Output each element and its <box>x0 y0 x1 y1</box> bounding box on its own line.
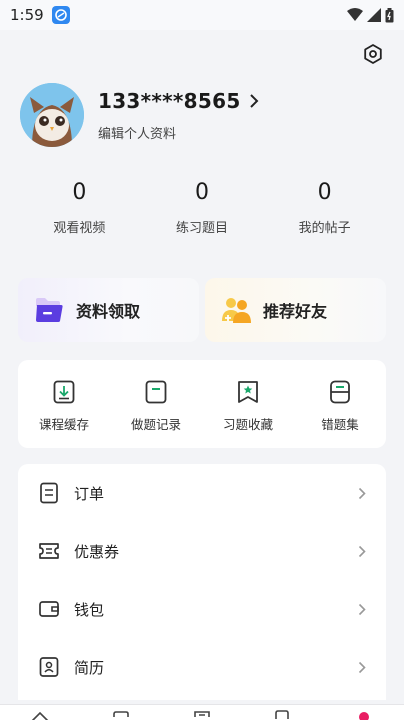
stat-videos-watched[interactable]: 0 观看视频 <box>18 180 141 250</box>
tool-label: 错题集 <box>321 417 359 432</box>
profile-header[interactable]: 133****8565 编辑个人资料 <box>20 80 390 150</box>
stat-value: 0 <box>317 180 332 205</box>
settings-button[interactable] <box>362 43 384 65</box>
bottom-tab-bar <box>0 704 404 720</box>
home-tab-icon[interactable] <box>30 709 50 720</box>
owl-avatar-icon <box>20 83 84 147</box>
menu-label: 简历 <box>74 658 105 677</box>
status-bar: 1:59 <box>0 0 404 30</box>
stat-label: 观看视频 <box>53 221 106 236</box>
stat-my-posts[interactable]: 0 我的帖子 <box>263 180 386 250</box>
menu-label: 优惠券 <box>74 542 120 561</box>
practice-tab-icon[interactable] <box>192 709 212 720</box>
menu-list: 订单 优惠券 钱包 简历 <box>18 464 386 700</box>
tool-label: 做题记录 <box>130 417 181 432</box>
status-icons <box>347 7 394 23</box>
course-cache-button[interactable]: 课程缓存 <box>18 360 110 448</box>
gear-icon <box>364 44 382 64</box>
menu-item-orders[interactable]: 订单 <box>18 464 386 522</box>
stats-row: 0 观看视频 0 练习题目 0 我的帖子 <box>18 180 386 250</box>
tool-label: 习题收藏 <box>222 417 273 432</box>
tools-card: 课程缓存 做题记录 习题收藏 错题集 <box>18 360 386 448</box>
signal-icon <box>367 8 381 22</box>
record-icon <box>145 380 167 404</box>
coupon-icon <box>39 543 59 559</box>
chevron-right-icon[interactable] <box>249 93 259 109</box>
materials-claim-card[interactable]: 资料领取 <box>18 278 199 342</box>
wifi-icon <box>347 8 363 21</box>
wrong-set-icon <box>330 380 350 404</box>
profile-tab-icon[interactable] <box>354 709 374 720</box>
avatar[interactable] <box>20 83 84 147</box>
promo-row: 资料领取 推荐好友 <box>18 278 386 342</box>
battery-icon <box>385 7 394 22</box>
menu-item-wallet[interactable]: 钱包 <box>18 580 386 638</box>
resume-icon <box>39 657 59 677</box>
wallet-icon <box>39 601 59 617</box>
chevron-right-icon <box>358 487 366 499</box>
menu-label: 钱包 <box>74 600 105 619</box>
community-tab-icon[interactable] <box>272 709 292 720</box>
chevron-right-icon <box>358 603 366 615</box>
download-icon <box>53 380 75 404</box>
menu-item-resume[interactable]: 简历 <box>18 638 386 696</box>
practice-record-button[interactable]: 做题记录 <box>110 360 202 448</box>
order-icon <box>40 482 58 504</box>
question-favorites-button[interactable]: 习题收藏 <box>202 360 294 448</box>
phone-number[interactable]: 133****8565 <box>98 89 241 113</box>
menu-label: 订单 <box>74 484 105 503</box>
course-tab-icon[interactable] <box>111 709 131 720</box>
stat-value: 0 <box>72 180 87 205</box>
menu-item-coupons[interactable]: 优惠券 <box>18 522 386 580</box>
bookmark-star-icon <box>238 381 258 403</box>
wrong-questions-button[interactable]: 错题集 <box>294 360 386 448</box>
status-time: 1:59 <box>10 6 44 24</box>
promo-label: 资料领取 <box>76 302 141 321</box>
refer-friends-card[interactable]: 推荐好友 <box>205 278 386 342</box>
edit-profile-link[interactable]: 编辑个人资料 <box>98 123 259 142</box>
chevron-right-icon <box>358 661 366 673</box>
folder-icon <box>36 298 63 322</box>
stat-practice-questions[interactable]: 0 练习题目 <box>141 180 264 250</box>
stat-value: 0 <box>195 180 209 205</box>
stat-label: 我的帖子 <box>298 221 351 236</box>
stat-label: 练习题目 <box>176 221 229 236</box>
promo-label: 推荐好友 <box>263 302 328 321</box>
chevron-right-icon <box>358 545 366 557</box>
tool-label: 课程缓存 <box>38 417 89 432</box>
friends-icon <box>222 298 251 323</box>
app-notification-icon <box>51 6 70 24</box>
